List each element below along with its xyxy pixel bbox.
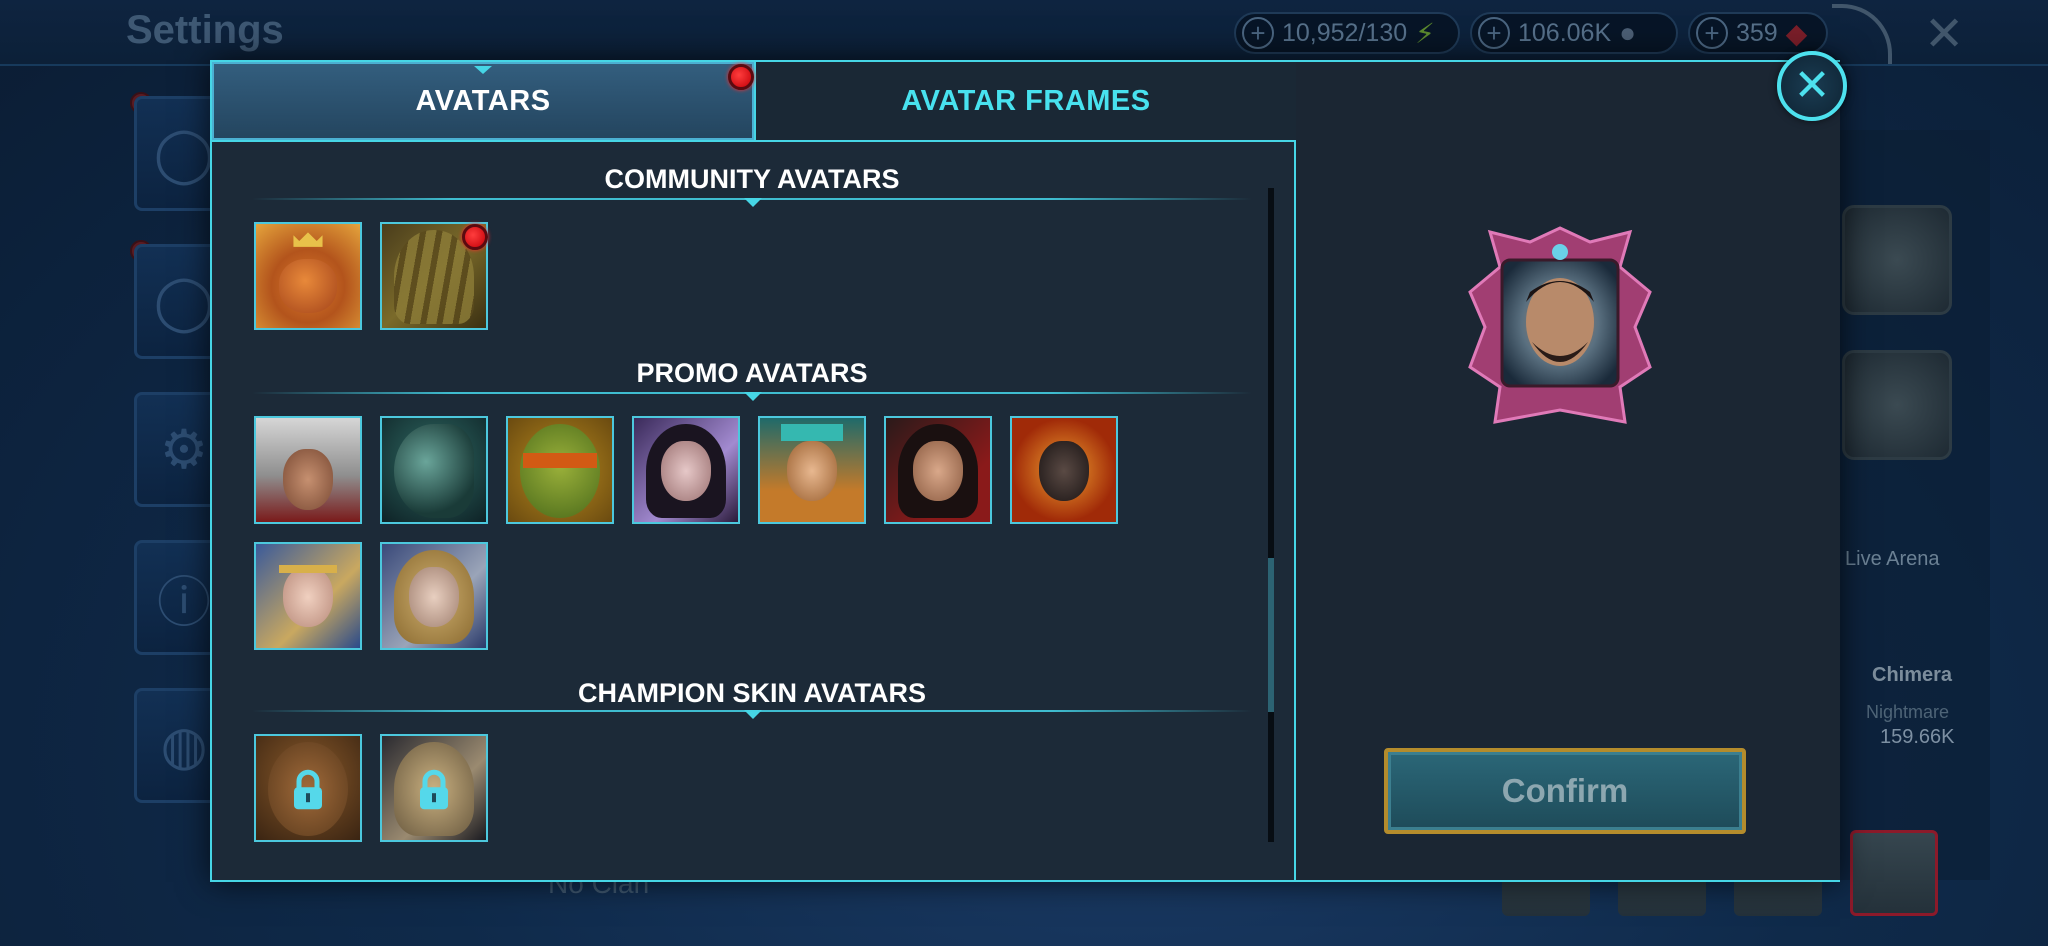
section-arrow-icon	[744, 710, 762, 719]
avatar-list-pane: AVATARS AVATAR FRAMES COMMUNITY AVATARS …	[212, 62, 1296, 880]
scrollbar-thumb[interactable]	[1268, 558, 1274, 712]
gem-icon: ◆	[1785, 17, 1808, 49]
avatar-elf-warrior-woman[interactable]	[254, 542, 362, 650]
close-icon[interactable]: ✕	[1777, 51, 1847, 121]
team-thumb[interactable]	[1850, 830, 1938, 916]
avatar-monkey-king-locked[interactable]	[254, 734, 362, 842]
avatar-ninja-turtle[interactable]	[506, 416, 614, 524]
avatar-dark-haired-woman[interactable]	[632, 416, 740, 524]
tab-avatars[interactable]: AVATARS	[212, 62, 754, 140]
avatar-roast-chicken-king[interactable]	[254, 222, 362, 330]
gem-resource[interactable]: + 359 ◆	[1688, 12, 1828, 54]
avatar-fire-demon[interactable]	[1010, 416, 1118, 524]
avatar-jeweled-warrior[interactable]	[758, 416, 866, 524]
arena-helm-icon	[1842, 350, 1952, 460]
lock-icon	[420, 769, 448, 810]
energy-resource[interactable]: + 10,952/130 ⚡	[1234, 12, 1460, 54]
lock-icon	[294, 769, 322, 810]
rank-helm-icon	[1842, 205, 1952, 315]
avatar-preview	[1468, 226, 1652, 424]
silver-resource[interactable]: + 106.06K ●	[1470, 12, 1678, 54]
page-title: Settings	[126, 8, 284, 52]
add-gem-icon[interactable]: +	[1696, 17, 1728, 49]
difficulty-label: Nightmare	[1866, 702, 1950, 722]
avatar-tabs: AVATARS AVATAR FRAMES	[212, 62, 1296, 142]
avatar-modal: AVATARS AVATAR FRAMES COMMUNITY AVATARS …	[210, 60, 1840, 882]
energy-icon: ⚡	[1415, 17, 1435, 49]
avatar-list-scrollbar[interactable]	[1268, 188, 1274, 842]
add-energy-icon[interactable]: +	[1242, 17, 1274, 49]
new-avatar-notification	[462, 224, 488, 250]
silver-coin-icon: ●	[1619, 17, 1637, 48]
add-silver-icon[interactable]: +	[1478, 17, 1510, 49]
avatar-scarred-blonde-warrior[interactable]	[380, 542, 488, 650]
section-arrow-icon	[744, 198, 762, 207]
confirm-button[interactable]: Confirm	[1384, 748, 1746, 834]
avatars-tab-notification	[728, 64, 754, 90]
boss-name: Chimera	[1872, 664, 1953, 686]
avatar-red-hooded-woman[interactable]	[884, 416, 992, 524]
settings-close-icon[interactable]: ✕	[1924, 6, 1964, 62]
avatar-assassin-hooded[interactable]	[254, 416, 362, 524]
tab-avatar-frames[interactable]: AVATAR FRAMES	[754, 62, 1296, 140]
section-arrow-icon	[744, 392, 762, 401]
damage-value: 159.66K	[1880, 726, 1955, 748]
live-arena-label: Live Arena	[1845, 548, 1940, 570]
avatar-alien-xenomorph[interactable]	[380, 416, 488, 524]
avatar-blonde-woman-locked[interactable]	[380, 734, 488, 842]
